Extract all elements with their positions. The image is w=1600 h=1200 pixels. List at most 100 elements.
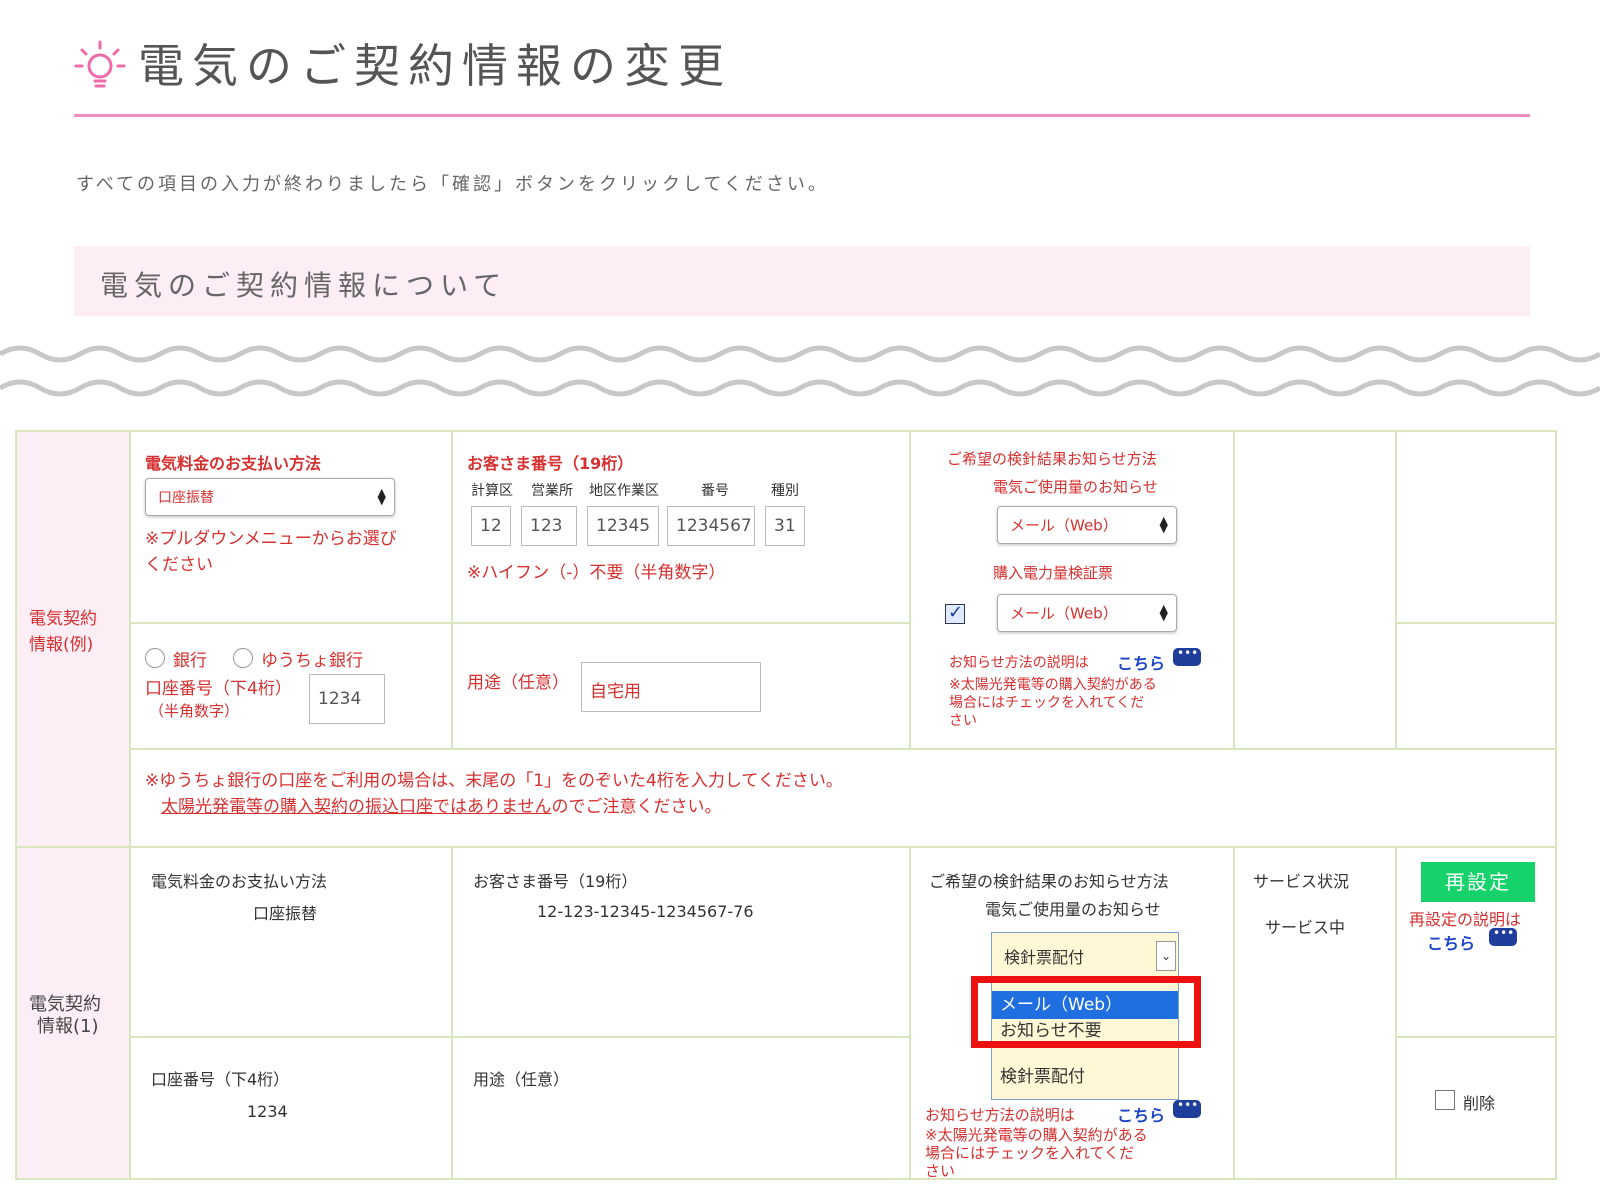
delete-cell: 削除 (1395, 1036, 1557, 1180)
contract-explain-link[interactable]: こちら (1117, 1102, 1165, 1126)
example-purchase-label: 購入電力量検証票 (993, 564, 1114, 582)
example-purchase-select[interactable]: メール（Web） ▲ ▼ (997, 594, 1177, 632)
example-account-sub: （半角数字） (149, 702, 240, 720)
example-row-label-line1: 電気契約 (29, 609, 97, 629)
example-account-input[interactable]: 1234 (309, 674, 385, 724)
example-usage-input[interactable]: 自宅用 (581, 662, 761, 712)
contract-row-label-line2: 情報(1) (37, 1016, 99, 1037)
example-payment-cell: 電気料金のお支払い方法 口座振替 ▲ ▼ ※プルダウンメニューからお選び ください (129, 430, 453, 624)
highlight-box (971, 976, 1201, 1048)
contract-table: 電気契約 情報(例) 電気料金のお支払い方法 口座振替 ▲ ▼ ※プルダウンメニュ… (15, 430, 1582, 1186)
example-account-cell: 銀行 ゆうちょ銀行 口座番号（下4桁） （半角数字） 1234 (129, 622, 453, 750)
example-payment-select[interactable]: 口座振替 ▲ ▼ (145, 478, 395, 516)
example-payment-note-line2: ください (145, 555, 213, 575)
contract-account-cell: 口座番号（下4桁） 1234 (129, 1036, 453, 1180)
example-usage-cell: 用途（任意） 自宅用 (451, 622, 911, 750)
reset-button[interactable]: 再設定 (1421, 862, 1535, 902)
solar-checkbox[interactable] (945, 602, 965, 624)
page-header: 電気のご契約情報の変更 (74, 36, 1530, 118)
yucho-note: ※ゆうちょ銀行の口座をご利用の場合は、末尾の「1」をのぞいた4桁を入力してくださ… (145, 771, 843, 791)
example-empty-cell-a (1233, 430, 1397, 750)
example-customer-cell: お客さま番号（19桁） 計算区 営業所 地区作業区 番号 種別 12 123 1… (451, 430, 911, 624)
bank-radio[interactable] (145, 648, 165, 668)
title-divider (74, 114, 1530, 117)
bank-radio-label: 銀行 (173, 651, 207, 671)
example-explain-text: お知らせ方法の説明は (949, 655, 1089, 671)
service-status-value: サービス中 (1265, 918, 1346, 937)
section-header: 電気のご契約情報について (74, 246, 1530, 316)
contract-payment-label: 電気料金のお支払い方法 (151, 872, 328, 891)
service-status-cell: サービス状況 サービス中 (1233, 846, 1397, 1180)
contract-usage-notice-select[interactable]: 検針票配付 ⌄ (991, 932, 1179, 980)
contract-customer-value: 12-123-12345-1234567-76 (537, 902, 754, 921)
sub-label-keisanku: 計算区 (471, 483, 513, 499)
example-account-label: 口座番号（下4桁） (145, 679, 292, 699)
customer-number-field-5[interactable]: 31 (765, 506, 805, 546)
contract-solar-note-line3: さい (925, 1162, 956, 1180)
example-notice-cell: ご希望の検針結果お知らせ方法 電気ご使用量のお知らせ メール（Web） ▲ ▼ 購… (909, 430, 1235, 750)
select-arrows-icon: ▲ ▼ (1159, 602, 1168, 623)
example-solar-note-line1: ※太陽光発電等の購入契約がある (949, 677, 1157, 693)
customer-number-field-4[interactable]: 1234567 (667, 506, 755, 546)
example-payment-label: 電気料金のお支払い方法 (145, 454, 322, 473)
contract-account-label: 口座番号（下4桁） (151, 1070, 290, 1089)
contract-usage-notice-label: 電気ご使用量のお知らせ (985, 900, 1161, 919)
contract-select-current: 検針票配付 (1004, 948, 1085, 967)
chat-bubble-icon[interactable] (1173, 1098, 1201, 1118)
yucho-radio[interactable] (233, 648, 253, 668)
solar-account-note-rest: のでご注意ください。 (551, 797, 722, 817)
select-arrows-icon: ▲ ▼ (377, 486, 386, 507)
reset-cell: 再設定 再設定の説明は こちら (1395, 846, 1557, 1038)
chevron-down-icon: ⌄ (1156, 941, 1176, 971)
chat-bubble-icon[interactable] (1489, 926, 1517, 946)
chat-bubble-icon[interactable] (1173, 646, 1201, 666)
contract-notice-title: ご希望の検針結果のお知らせ方法 (929, 872, 1169, 891)
contract-row-label-cell: 電気契約 情報(1) (15, 846, 131, 1180)
customer-number-field-2[interactable]: 123 (521, 506, 577, 546)
example-customer-label: お客さま番号（19桁） (467, 454, 634, 473)
dropdown-option-paper[interactable]: 検針票配付 (992, 1063, 1178, 1091)
hyphen-note: ※ハイフン（-）不要（半角数字） (467, 563, 726, 583)
example-empty-cell-c (1395, 622, 1557, 750)
example-empty-cell-b (1395, 430, 1557, 624)
customer-number-field-3[interactable]: 12345 (587, 506, 659, 546)
sub-label-shubetsu: 種別 (771, 483, 799, 499)
solar-account-note: 太陽光発電等の購入契約の振込口座ではありませんのでご注意ください。 (161, 792, 722, 817)
example-solar-note-line3: さい (949, 713, 977, 729)
example-notes-cell: ※ゆうちょ銀行の口座をご利用の場合は、末尾の「1」をのぞいた4桁を入力してくださ… (129, 748, 1557, 848)
page-title: 電気のご契約情報の変更 (138, 39, 732, 93)
contract-customer-cell: お客さま番号（19桁） 12-123-12345-1234567-76 (451, 846, 911, 1038)
example-usage-notice-label: 電気ご使用量のお知らせ (993, 478, 1158, 496)
contract-account-value: 1234 (247, 1102, 288, 1121)
contract-customer-label: お客さま番号（19桁） (473, 872, 638, 891)
select-arrows-icon: ▲ ▼ (1159, 514, 1168, 535)
instruction-text: すべての項目の入力が終わりましたら「確認」ボタンをクリックしてください。 (76, 174, 829, 195)
contract-notice-cell: ご希望の検針結果のお知らせ方法 電気ご使用量のお知らせ 検針票配付 ⌄ メール（… (909, 846, 1235, 1180)
contract-payment-value: 口座振替 (253, 904, 318, 923)
customer-number-field-1[interactable]: 12 (471, 506, 511, 546)
example-payment-note-line1: ※プルダウンメニューからお選び (145, 529, 397, 549)
example-row-label-cell: 電気契約 情報(例) (15, 430, 131, 848)
example-solar-note-line2: 場合にはチェックを入れてくだ (949, 695, 1145, 711)
delete-label: 削除 (1463, 1094, 1496, 1113)
example-usage-notice-select[interactable]: メール（Web） ▲ ▼ (997, 506, 1177, 544)
contract-usage-cell: 用途（任意） (451, 1036, 911, 1180)
section-title: 電気のご契約情報について (100, 269, 508, 302)
service-status-label: サービス状況 (1253, 872, 1350, 891)
reset-explain-link[interactable]: こちら (1427, 930, 1475, 954)
sub-label-eigyosho: 営業所 (531, 483, 573, 499)
delete-checkbox[interactable] (1435, 1090, 1455, 1110)
example-notice-title: ご希望の検針結果お知らせ方法 (947, 450, 1157, 468)
contract-payment-cell: 電気料金のお支払い方法 口座振替 (129, 846, 453, 1038)
example-row-label-line2: 情報(例) (29, 635, 94, 655)
example-explain-link[interactable]: こちら (1117, 650, 1165, 674)
sub-label-bango: 番号 (701, 483, 729, 499)
yucho-radio-label: ゆうちょ銀行 (261, 651, 363, 671)
wave-divider (0, 345, 1600, 397)
sub-label-chiku: 地区作業区 (589, 483, 659, 499)
lightbulb-icon (74, 40, 126, 88)
example-usage-label: 用途（任意） (467, 673, 569, 693)
contract-usage-label: 用途（任意） (473, 1070, 570, 1089)
contract-solar-note-line2: 場合にはチェックを入れてくだ (925, 1144, 1135, 1162)
example-payment-select-value: 口座振替 (158, 490, 214, 506)
